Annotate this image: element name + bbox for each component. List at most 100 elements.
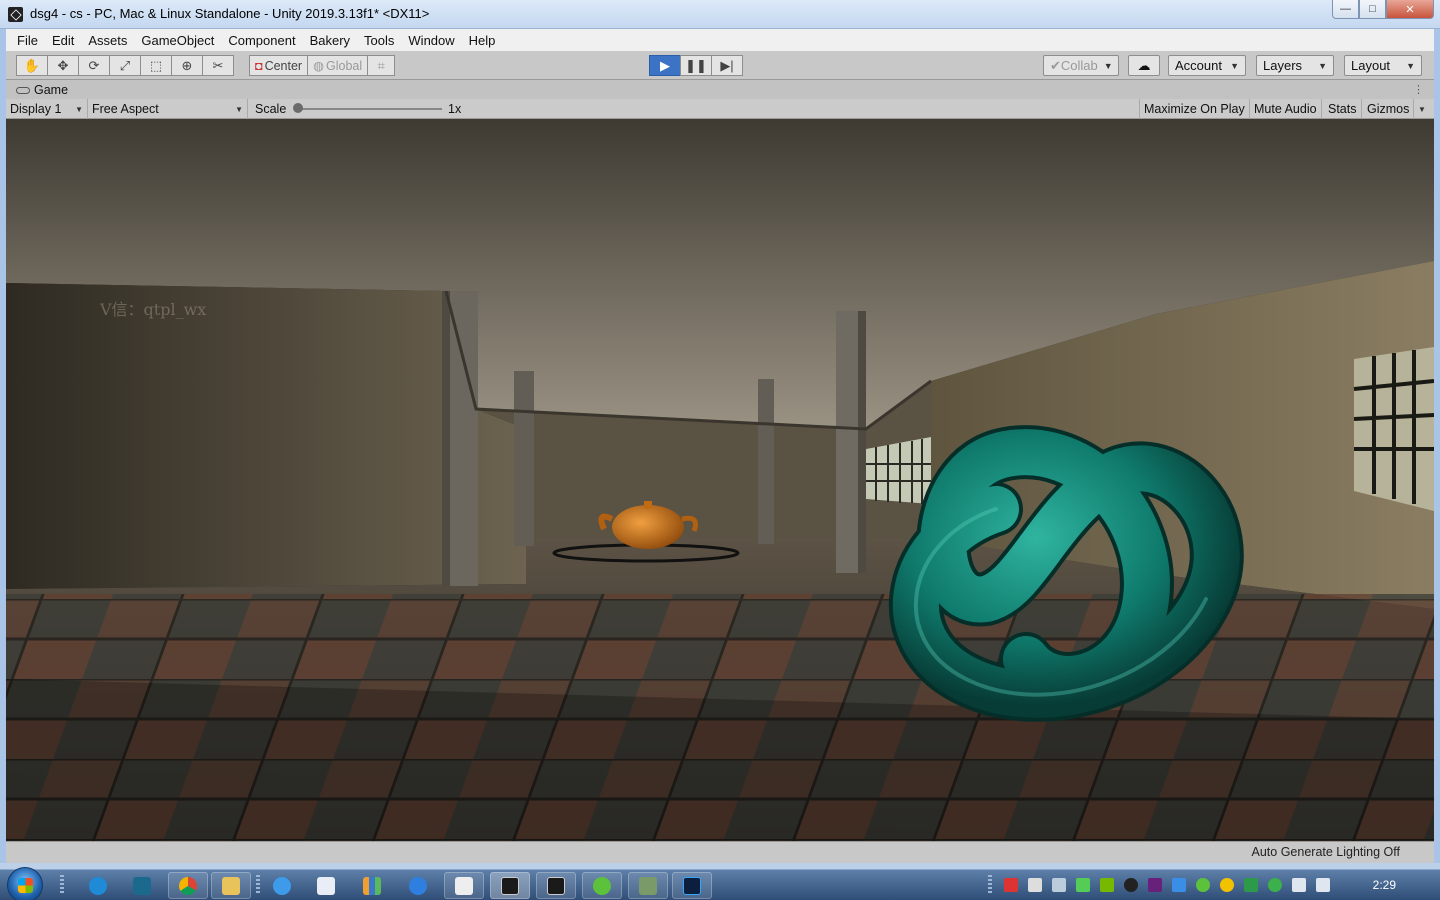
move-tool-icon[interactable]: ✥: [47, 55, 79, 76]
tray-input-icon[interactable]: [1052, 878, 1066, 892]
system-tray: [1004, 878, 1340, 892]
scene-render: [6, 119, 1434, 841]
menu-gameobject[interactable]: GameObject: [134, 33, 221, 48]
taskbar-grip: [60, 875, 64, 895]
custom-tool-icon[interactable]: ✂: [202, 55, 234, 76]
ie-icon[interactable]: [78, 872, 118, 899]
chevron-down-icon: ▼: [1406, 60, 1415, 71]
menu-help[interactable]: Help: [462, 33, 503, 48]
stats-toggle[interactable]: Stats: [1324, 99, 1362, 119]
aspect-dropdown[interactable]: Free Aspect ▼: [88, 99, 248, 119]
chevron-down-icon: ▼: [235, 104, 243, 114]
taskbar: 2:29: [0, 867, 1440, 900]
back-window: [866, 437, 931, 504]
pivot-global-button[interactable]: ◍ Global: [307, 55, 369, 76]
game-viewport[interactable]: V信：qtpl_wx: [6, 119, 1434, 841]
tray-360-icon[interactable]: [1220, 878, 1234, 892]
menu-assets[interactable]: Assets: [81, 33, 134, 48]
chrome-icon[interactable]: [168, 872, 208, 899]
menu-component[interactable]: Component: [221, 33, 302, 48]
start-button[interactable]: [7, 867, 43, 900]
tray-vs-icon[interactable]: [1148, 878, 1162, 892]
sync-icon[interactable]: [398, 872, 438, 899]
tray-keyboard-icon[interactable]: [1028, 878, 1042, 892]
rotate-tool-icon[interactable]: ⟳: [78, 55, 110, 76]
tray-battery-icon[interactable]: [1076, 878, 1090, 892]
taskbar-clock[interactable]: 2:29: [1373, 878, 1396, 892]
window-title-bar[interactable]: dsg4 - cs - PC, Mac & Linux Standalone -…: [0, 0, 1440, 29]
wechat-icon[interactable]: [582, 872, 622, 899]
chevron-down-icon: ▼: [75, 104, 83, 114]
pause-icon[interactable]: ❚❚: [680, 55, 712, 76]
transform-tools: ✋ ✥ ⟳ ⤢ ⬚ ⊕ ✂: [16, 55, 234, 76]
account-label: Account: [1175, 58, 1222, 73]
menu-window[interactable]: Window: [401, 33, 461, 48]
window-title: dsg4 - cs - PC, Mac & Linux Standalone -…: [30, 6, 430, 21]
minimize-button[interactable]: —: [1332, 0, 1359, 19]
step-icon[interactable]: ▶|: [711, 55, 743, 76]
menu-edit[interactable]: Edit: [45, 33, 81, 48]
cloud-button[interactable]: ☁: [1128, 55, 1160, 76]
gizmos-dropdown[interactable]: ▼: [1414, 99, 1430, 119]
explorer-icon[interactable]: [211, 872, 251, 899]
mute-audio-toggle[interactable]: Mute Audio: [1250, 99, 1322, 119]
display-dropdown[interactable]: Display 1 ▼: [6, 99, 88, 119]
gizmos-toggle[interactable]: Gizmos: [1363, 99, 1415, 119]
cloud-app-icon[interactable]: [262, 872, 302, 899]
chevron-down-icon: ▼: [1418, 104, 1426, 114]
menu-file[interactable]: File: [10, 33, 45, 48]
right-window: [1353, 347, 1434, 511]
tray-security-icon[interactable]: [1268, 878, 1282, 892]
layers-label: Layers: [1263, 58, 1303, 73]
unity-app-icon: [8, 7, 23, 22]
unity-icon[interactable]: [444, 872, 484, 899]
photoshop-icon[interactable]: [672, 872, 712, 899]
tray-volume-icon[interactable]: [1316, 878, 1330, 892]
pivot-center-button[interactable]: ◘ Center: [249, 55, 309, 76]
account-dropdown[interactable]: Account ▼: [1168, 55, 1246, 76]
scale-slider-track[interactable]: [298, 108, 442, 110]
transform-tool-icon[interactable]: ⊕: [171, 55, 203, 76]
tray-wechat-icon[interactable]: [1196, 878, 1210, 892]
scale-tool-icon[interactable]: ⤢: [109, 55, 141, 76]
menu-tools[interactable]: Tools: [357, 33, 401, 48]
pivot-label: Center: [264, 58, 303, 73]
lighting-status[interactable]: Auto Generate Lighting Off: [1252, 845, 1400, 859]
aspect-label: Free Aspect: [92, 102, 159, 116]
layout-label: Layout: [1351, 58, 1391, 73]
play-controls: ▶ ❚❚ ▶|: [649, 55, 743, 76]
monitor-icon[interactable]: [628, 872, 668, 899]
maximize-button[interactable]: □: [1359, 0, 1386, 19]
status-bar: Auto Generate Lighting Off: [6, 841, 1434, 863]
tray-shield-icon[interactable]: [1244, 878, 1258, 892]
tray-pdf-icon[interactable]: [1004, 878, 1018, 892]
globe-icon: ◍: [313, 59, 325, 73]
unity-icon[interactable]: [490, 872, 530, 899]
chevron-down-icon: ▼: [1318, 60, 1327, 71]
menu-bakery[interactable]: Bakery: [303, 33, 357, 48]
hand-tool-icon[interactable]: ✋: [16, 55, 48, 76]
tray-cursor-icon[interactable]: [1172, 878, 1186, 892]
tray-qq-icon[interactable]: [1124, 878, 1138, 892]
game-view-controls: Display 1 ▼ Free Aspect ▼ Scale 1x Maximiz…: [6, 99, 1434, 119]
tray-network-icon[interactable]: [1292, 878, 1306, 892]
chart-app-icon[interactable]: [352, 872, 392, 899]
unity-icon[interactable]: [536, 872, 576, 899]
app-icon[interactable]: [122, 872, 162, 899]
maximize-on-play-toggle[interactable]: Maximize On Play: [1139, 99, 1250, 119]
mail-icon[interactable]: [306, 872, 346, 899]
rect-tool-icon[interactable]: ⬚: [140, 55, 172, 76]
tab-game[interactable]: Game: [8, 81, 76, 99]
close-button[interactable]: ✕: [1386, 0, 1434, 19]
collab-dropdown[interactable]: ✔ Collab ▼: [1043, 55, 1119, 76]
pivot-icon: ◘: [255, 58, 263, 73]
tab-menu-icon[interactable]: ⋮: [1413, 83, 1424, 96]
main-toolbar: ✋ ✥ ⟳ ⤢ ⬚ ⊕ ✂ ◘ Center ◍ Global ⌗ ▶ ❚❚ ▶| …: [6, 51, 1434, 80]
space-label: Global: [326, 58, 363, 73]
play-icon[interactable]: ▶: [649, 55, 681, 76]
tray-nvidia-icon[interactable]: [1100, 878, 1114, 892]
layout-dropdown[interactable]: Layout ▼: [1344, 55, 1422, 76]
snap-icon[interactable]: ⌗: [367, 55, 396, 76]
scale-slider-thumb[interactable]: [293, 103, 303, 113]
layers-dropdown[interactable]: Layers ▼: [1256, 55, 1334, 76]
